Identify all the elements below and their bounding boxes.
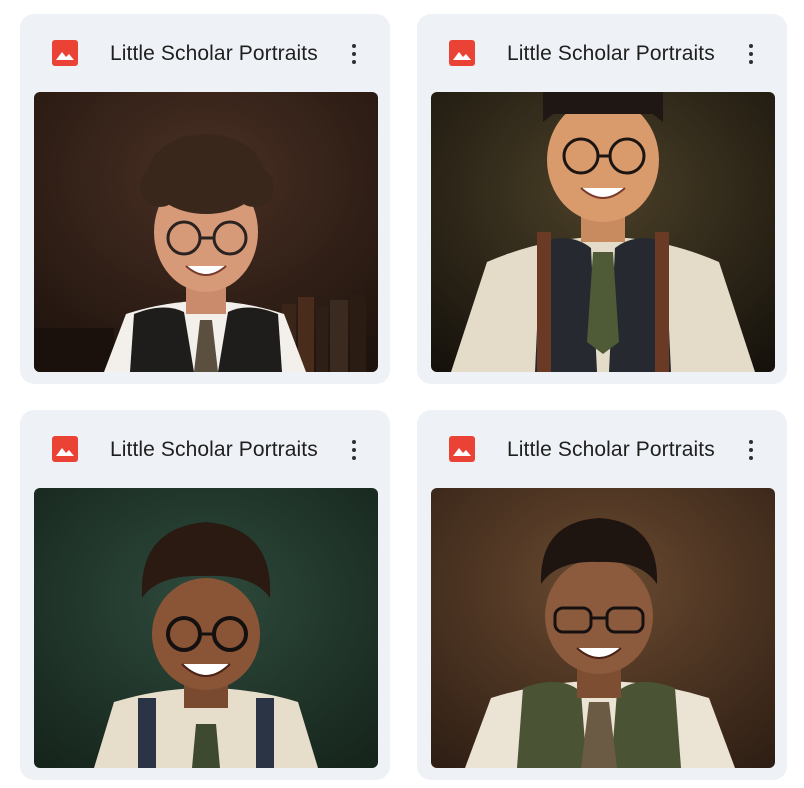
image-file-icon: [52, 40, 78, 66]
file-card-header: Little Scholar Portraits: [417, 14, 787, 92]
file-card-header: Little Scholar Portraits: [20, 410, 390, 488]
file-card[interactable]: Little Scholar Portraits: [20, 14, 390, 384]
more-vert-icon[interactable]: [338, 36, 370, 72]
file-card[interactable]: Little Scholar Portraits: [20, 410, 390, 780]
image-file-icon: [52, 436, 78, 462]
file-card-header: Little Scholar Portraits: [20, 14, 390, 92]
image-file-icon: [449, 436, 475, 462]
image-thumbnail[interactable]: [431, 488, 775, 768]
image-file-icon: [449, 40, 475, 66]
file-card-header: Little Scholar Portraits: [417, 410, 787, 488]
image-thumbnail[interactable]: [34, 92, 378, 372]
image-thumbnail[interactable]: [34, 488, 378, 768]
more-vert-icon[interactable]: [735, 432, 767, 468]
image-thumbnail[interactable]: [431, 92, 775, 372]
more-vert-icon[interactable]: [338, 432, 370, 468]
file-title[interactable]: Little Scholar Portraits: [507, 436, 729, 464]
file-card[interactable]: Little Scholar Portraits: [417, 410, 787, 780]
file-title[interactable]: Little Scholar Portraits: [110, 436, 332, 464]
file-card[interactable]: Little Scholar Portraits: [417, 14, 787, 384]
more-vert-icon[interactable]: [735, 36, 767, 72]
file-grid: Little Scholar Portraits Little Scholar …: [0, 0, 804, 788]
file-title[interactable]: Little Scholar Portraits: [507, 40, 729, 68]
file-title[interactable]: Little Scholar Portraits: [110, 40, 332, 68]
